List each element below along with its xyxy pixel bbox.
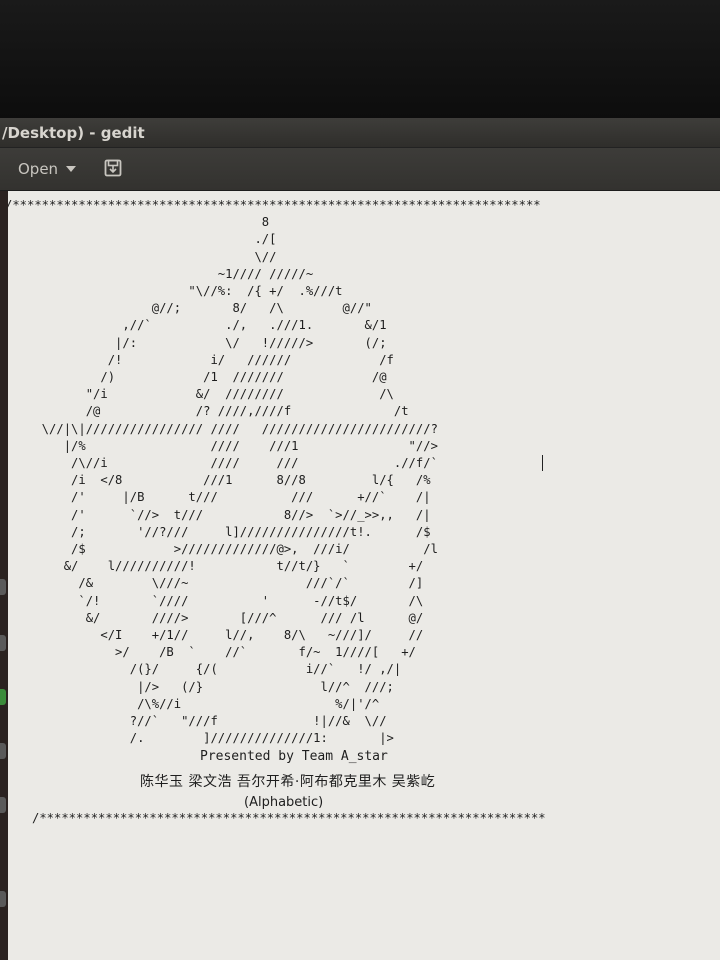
open-button[interactable]: Open bbox=[14, 156, 80, 182]
open-button-label: Open bbox=[18, 160, 59, 178]
launcher-indicator bbox=[0, 891, 6, 907]
text-editor-area[interactable]: /***************************************… bbox=[8, 191, 720, 960]
launcher-edge bbox=[0, 191, 8, 960]
presented-by-line: Presented by Team A_star bbox=[200, 749, 388, 764]
launcher-indicator bbox=[0, 797, 6, 813]
save-icon bbox=[104, 159, 122, 177]
window-title: /Desktop) - gedit bbox=[2, 124, 145, 142]
launcher-indicator bbox=[0, 743, 6, 759]
save-button[interactable] bbox=[104, 159, 122, 177]
text-cursor bbox=[542, 455, 543, 471]
alphabetic-note: (Alphabetic) bbox=[244, 795, 324, 810]
launcher-indicator bbox=[0, 635, 6, 651]
launcher-indicator bbox=[0, 689, 6, 705]
launcher-indicator bbox=[0, 579, 6, 595]
window-titlebar: /Desktop) - gedit bbox=[0, 118, 720, 148]
monitor-bezel bbox=[0, 0, 720, 118]
bottom-comment-rule: /***************************************… bbox=[32, 811, 546, 825]
header-toolbar: Open bbox=[0, 148, 720, 191]
ascii-art-text: /***************************************… bbox=[8, 198, 541, 746]
chevron-down-icon bbox=[66, 166, 77, 172]
team-member-names: 陈华玉 梁文浩 吾尔开希·阿布都克里木 吴紫屹 bbox=[140, 774, 436, 790]
